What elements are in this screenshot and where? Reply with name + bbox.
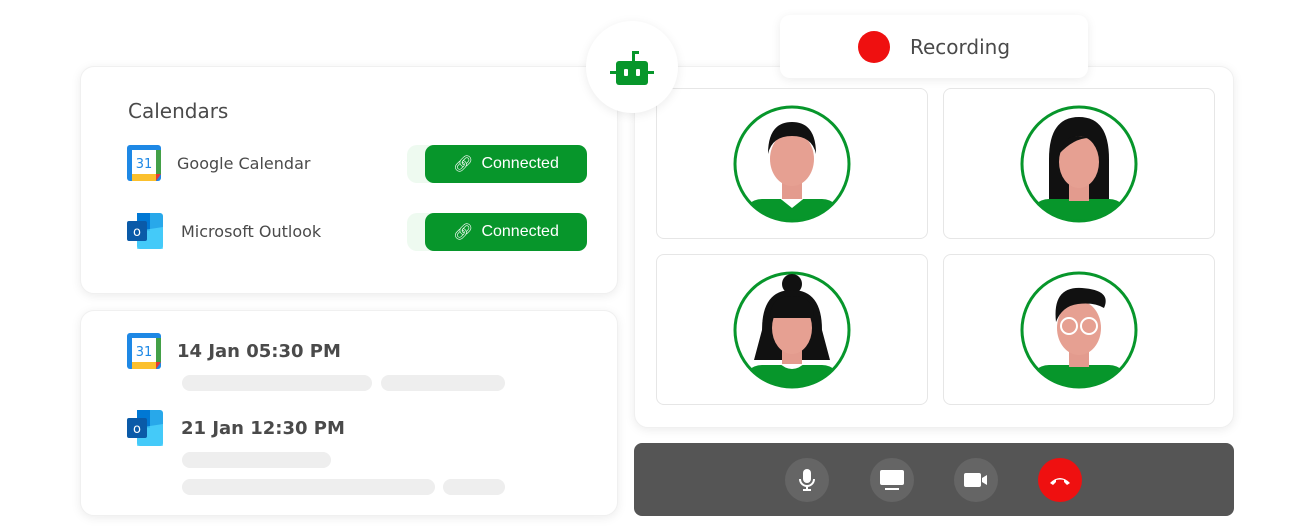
connected-label: Connected bbox=[481, 223, 559, 240]
participant-tile[interactable] bbox=[943, 254, 1215, 405]
svg-text:o: o bbox=[133, 225, 141, 240]
event-item[interactable]: o 21 Jan 12:30 PM bbox=[127, 410, 345, 446]
google-calendar-icon: 31 bbox=[127, 333, 161, 369]
event-date: 21 Jan 12:30 PM bbox=[181, 417, 345, 439]
calendar-name: Microsoft Outlook bbox=[181, 221, 322, 241]
connected-button-bg: 🔗︎ Connected bbox=[407, 145, 587, 183]
connected-label: Connected bbox=[481, 155, 559, 172]
outlook-icon: o bbox=[127, 410, 163, 446]
calendar-row-google: 31 Google Calendar 🔗︎ Connected bbox=[127, 145, 587, 183]
connected-button-bg: 🔗︎ Connected bbox=[407, 213, 587, 251]
participant-avatar bbox=[733, 105, 851, 222]
call-controls-bar bbox=[634, 443, 1234, 516]
event-date: 14 Jan 05:30 PM bbox=[177, 340, 341, 362]
placeholder-bar bbox=[381, 375, 505, 391]
link-icon: 🔗︎ bbox=[453, 156, 474, 173]
link-icon: 🔗︎ bbox=[453, 224, 474, 241]
connected-button[interactable]: 🔗︎ Connected bbox=[425, 145, 587, 183]
camera-icon bbox=[964, 473, 987, 487]
svg-text:31: 31 bbox=[136, 345, 153, 360]
mute-button[interactable] bbox=[785, 458, 829, 502]
camera-button[interactable] bbox=[954, 458, 998, 502]
end-call-icon bbox=[1050, 478, 1070, 485]
participant-avatar bbox=[733, 271, 851, 388]
connected-button[interactable]: 🔗︎ Connected bbox=[425, 213, 587, 251]
end-call-button[interactable] bbox=[1038, 458, 1082, 502]
schedule-card: 31 14 Jan 05:30 PM o 21 Jan 12:30 PM bbox=[80, 310, 618, 516]
recording-label: Recording bbox=[909, 34, 1011, 59]
microphone-icon bbox=[799, 469, 815, 491]
event-item[interactable]: 31 14 Jan 05:30 PM bbox=[127, 333, 341, 369]
calendar-name: Google Calendar bbox=[177, 153, 311, 173]
participant-avatar bbox=[1020, 105, 1138, 222]
screen-share-button[interactable] bbox=[870, 458, 914, 502]
svg-text:31: 31 bbox=[136, 157, 153, 172]
recording-indicator: Recording bbox=[780, 15, 1088, 78]
participant-tile[interactable] bbox=[656, 254, 928, 405]
outlook-icon: o bbox=[127, 213, 163, 249]
bot-badge bbox=[586, 21, 678, 113]
robot-icon bbox=[610, 51, 654, 85]
calendar-row-outlook: o Microsoft Outlook 🔗︎ Connected bbox=[127, 213, 587, 251]
participant-avatar bbox=[1020, 271, 1138, 388]
participant-tile[interactable] bbox=[656, 88, 928, 239]
placeholder-bar bbox=[182, 375, 372, 391]
recording-dot-icon bbox=[857, 30, 890, 63]
video-call-panel bbox=[634, 66, 1234, 428]
calendars-title: Calendars bbox=[128, 99, 229, 123]
placeholder-bar bbox=[182, 479, 435, 495]
placeholder-bar bbox=[443, 479, 505, 495]
calendars-card: Calendars 31 Google Calendar 🔗︎ Connected… bbox=[80, 66, 618, 294]
svg-text:o: o bbox=[133, 422, 141, 437]
screen-share-icon bbox=[880, 470, 904, 490]
placeholder-bar bbox=[182, 452, 331, 468]
participant-tile[interactable] bbox=[943, 88, 1215, 239]
google-calendar-icon: 31 bbox=[127, 145, 161, 181]
